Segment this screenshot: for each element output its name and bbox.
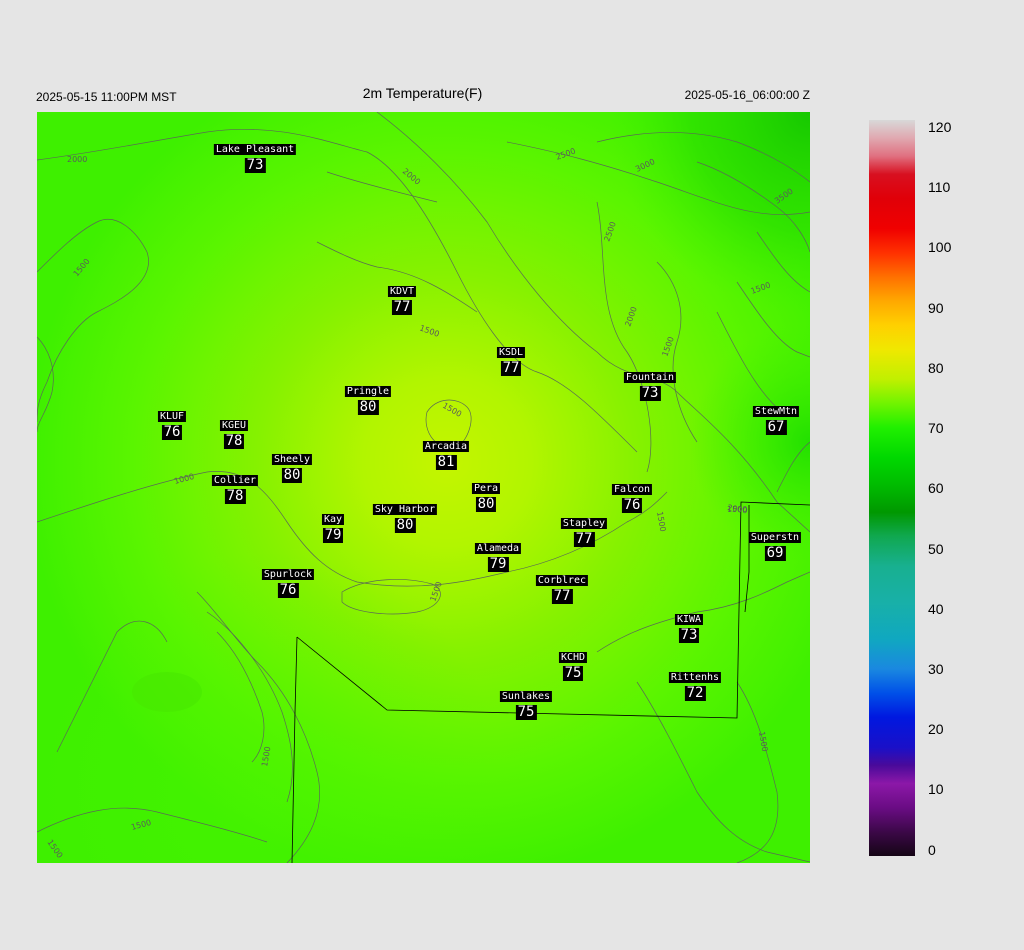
station-name: KIWA <box>674 614 704 625</box>
station-name: KSDL <box>496 347 526 358</box>
station-name: Stapley <box>560 518 608 529</box>
station-temp: 72 <box>684 685 706 701</box>
station-spurlock: Spurlock 76 <box>261 564 315 598</box>
station-kgeu: KGEU 78 <box>219 415 249 449</box>
station-temp: 80 <box>394 517 416 533</box>
station-kdvt: KDVT 77 <box>387 281 417 315</box>
station-temp: 77 <box>573 531 595 547</box>
station-temp: 78 <box>223 433 245 449</box>
colorbar-tick: 50 <box>928 541 944 557</box>
station-sky-harbor: Sky Harbor 80 <box>372 499 438 533</box>
station-name: KLUF <box>157 411 187 422</box>
station-temp: 79 <box>487 556 509 572</box>
colorbar-tick: 30 <box>928 661 944 677</box>
station-name: Superstn <box>748 532 802 543</box>
station-stewmtn: StewMtn 67 <box>752 401 800 435</box>
station-name: Sheely <box>271 454 313 465</box>
station-name: Arcadia <box>422 441 470 452</box>
station-temp: 67 <box>765 419 787 435</box>
station-temp: 80 <box>281 467 303 483</box>
station-name: Fountain <box>623 372 677 383</box>
station-kchd: KCHD 75 <box>558 647 588 681</box>
station-stapley: Stapley 77 <box>560 513 608 547</box>
station-kluf: KLUF 76 <box>157 406 187 440</box>
station-name: Rittenhs <box>668 672 722 683</box>
station-lake-pleasant: Lake Pleasant 73 <box>213 139 297 173</box>
station-temp: 69 <box>764 545 786 561</box>
station-temp: 73 <box>244 157 266 173</box>
station-temp: 76 <box>621 497 643 513</box>
station-collier: Collier 78 <box>211 470 259 504</box>
station-name: Falcon <box>611 484 653 495</box>
station-temp: 76 <box>277 582 299 598</box>
station-temp: 77 <box>551 588 573 604</box>
colorbar-tick: 10 <box>928 781 944 797</box>
colorbar-tick: 0 <box>928 842 936 858</box>
station-name: Kay <box>321 514 345 525</box>
station-sheely: Sheely 80 <box>271 449 313 483</box>
colorbar-tick: 60 <box>928 480 944 496</box>
colorbar-tick: 80 <box>928 360 944 376</box>
station-name: KCHD <box>558 652 588 663</box>
station-name: KGEU <box>219 420 249 431</box>
station-temp: 73 <box>639 385 661 401</box>
contour-label: 2000 <box>67 155 87 164</box>
station-name: KDVT <box>387 286 417 297</box>
colorbar-tick: 70 <box>928 420 944 436</box>
map-title: 2m Temperature(F) <box>362 85 483 101</box>
temperature-map: 2000 2000 2500 3000 3500 2500 1500 1500 … <box>37 112 810 863</box>
station-name: Collier <box>211 475 259 486</box>
station-name: Alameda <box>474 543 522 554</box>
station-temp: 79 <box>322 527 344 543</box>
station-temp: 81 <box>435 454 457 470</box>
station-arcadia: Arcadia 81 <box>422 436 470 470</box>
station-temp: 78 <box>224 488 246 504</box>
station-alameda: Alameda 79 <box>474 538 522 572</box>
station-temp: 75 <box>515 704 537 720</box>
station-name: Pera <box>471 483 501 494</box>
station-temp: 77 <box>500 360 522 376</box>
temperature-field: 2000 2000 2500 3000 3500 2500 1500 1500 … <box>37 112 810 863</box>
station-kiwa: KIWA 73 <box>674 609 704 643</box>
station-falcon: Falcon 76 <box>611 479 653 513</box>
colorbar-tick: 100 <box>928 239 952 255</box>
station-ksdl: KSDL 77 <box>496 342 526 376</box>
station-corblrec: Corblrec 77 <box>535 570 589 604</box>
colorbar-tick: 110 <box>928 179 951 195</box>
station-fountain: Fountain 73 <box>623 367 677 401</box>
station-temp: 73 <box>678 627 700 643</box>
station-name: StewMtn <box>752 406 800 417</box>
station-superstn: Superstn 69 <box>748 527 802 561</box>
local-time-label: 2025-05-15 11:00PM MST <box>36 90 177 104</box>
station-sunlakes: Sunlakes 75 <box>499 686 553 720</box>
valid-time-label: 2025-05-16_06:00:00 Z <box>684 88 810 102</box>
station-temp: 80 <box>475 496 497 512</box>
station-name: Sky Harbor <box>372 504 438 515</box>
station-name: Pringle <box>344 386 392 397</box>
station-rittenhs: Rittenhs 72 <box>668 667 722 701</box>
station-pringle: Pringle 80 <box>344 381 392 415</box>
station-name: Sunlakes <box>499 691 553 702</box>
temperature-colorbar <box>869 120 915 856</box>
station-name: Lake Pleasant <box>213 144 297 155</box>
station-temp: 77 <box>391 299 413 315</box>
station-temp: 80 <box>357 399 379 415</box>
colorbar-tick: 20 <box>928 721 944 737</box>
station-name: Corblrec <box>535 575 589 586</box>
station-name: Spurlock <box>261 569 315 580</box>
station-kay: Kay 79 <box>321 509 345 543</box>
station-temp: 75 <box>562 665 584 681</box>
station-temp: 76 <box>161 424 183 440</box>
station-pera: Pera 80 <box>471 478 501 512</box>
colorbar-tick: 120 <box>928 119 952 135</box>
colorbar-tick: 90 <box>928 300 944 316</box>
colorbar-tick: 40 <box>928 601 944 617</box>
